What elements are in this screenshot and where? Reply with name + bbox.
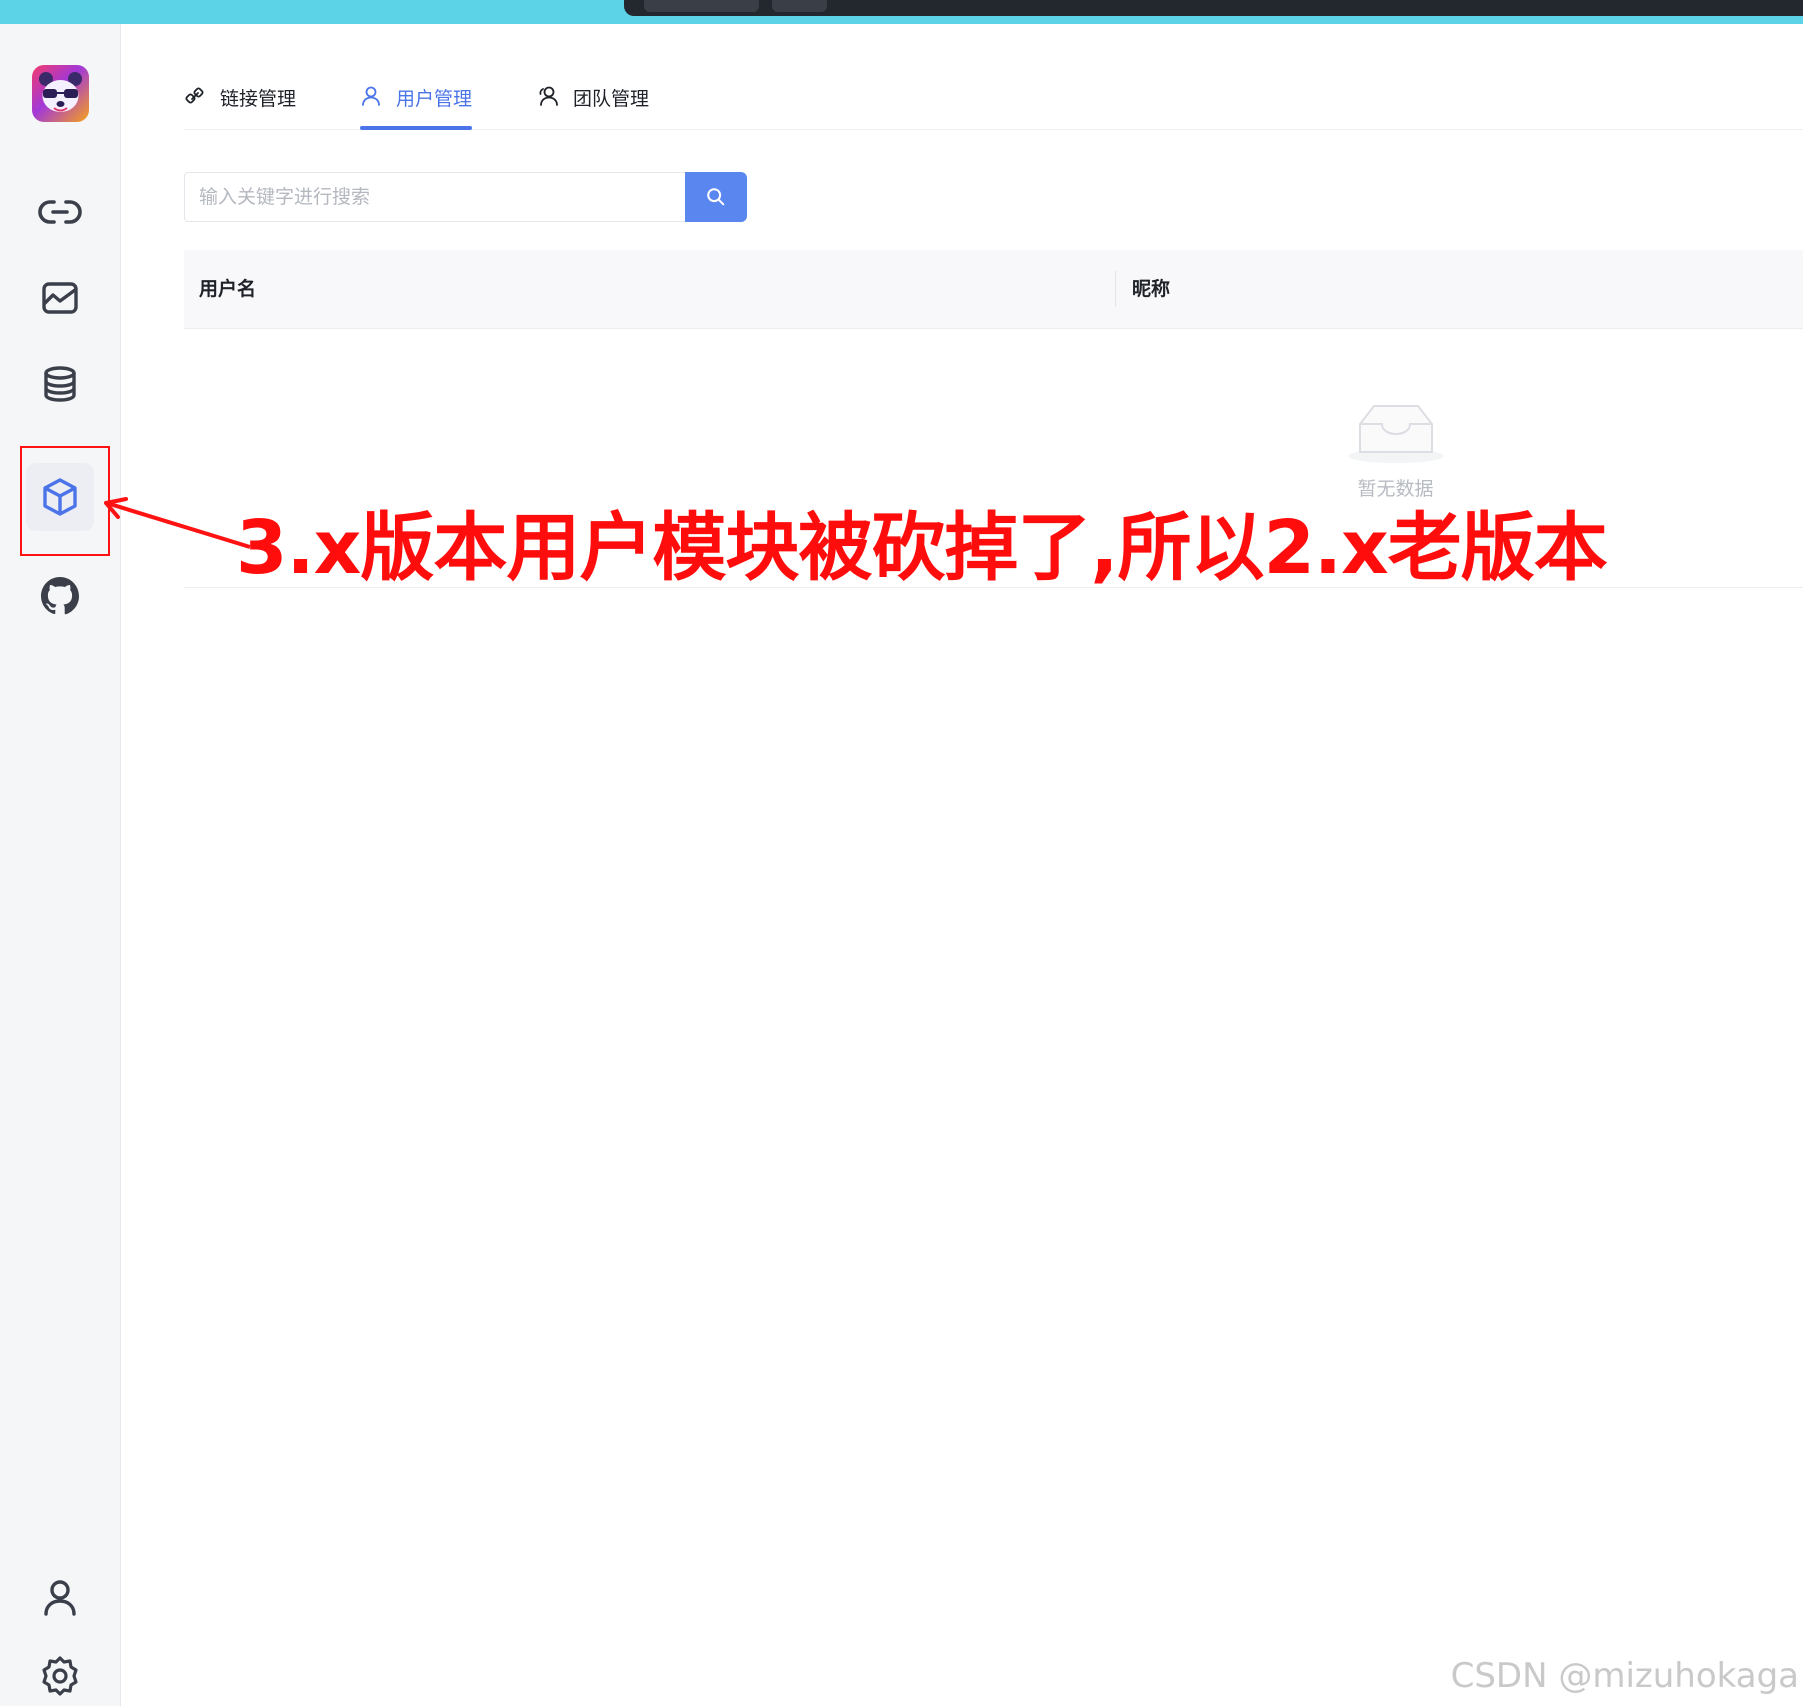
sidebar-item-profile[interactable] (26, 1564, 94, 1632)
column-header-username[interactable]: 用户名 (199, 250, 256, 329)
sidebar-item-database[interactable] (26, 350, 94, 418)
sidebar-item-settings[interactable] (26, 1642, 94, 1706)
sidebar-item-dashboard[interactable] (26, 264, 94, 332)
chart-icon (42, 282, 78, 314)
tab-link-management[interactable]: 链接管理 (184, 84, 296, 130)
link-icon (38, 200, 82, 224)
browser-tab[interactable] (772, 0, 827, 12)
github-icon (41, 577, 79, 615)
tab-label: 用户管理 (396, 88, 473, 110)
tab-user-management[interactable]: 用户管理 (360, 84, 473, 130)
app-logo[interactable] (32, 65, 89, 122)
user-icon (44, 1580, 76, 1616)
database-icon (44, 366, 76, 402)
sidebar-item-github[interactable] (26, 562, 94, 630)
panda-logo-icon (39, 72, 82, 112)
column-header-nickname[interactable]: 昵称 (1132, 250, 1170, 329)
team-icon (539, 86, 558, 106)
sidebar-item-links[interactable] (26, 178, 94, 246)
management-tabs: 链接管理 用户管理 团队管理 (184, 64, 1803, 130)
sidebar (0, 24, 121, 1706)
watermark: CSDN @mizuhokaga (1450, 1656, 1799, 1696)
user-icon (362, 86, 380, 106)
column-divider (1115, 271, 1116, 307)
settings-icon (42, 1656, 78, 1696)
user-table-header: 用户名 昵称 (184, 250, 1803, 329)
search-button[interactable] (685, 172, 747, 222)
tab-team-management[interactable]: 团队管理 (537, 84, 649, 130)
browser-tab-strip (624, 0, 1803, 16)
search-input[interactable] (184, 172, 686, 222)
annotation-text: 3.x版本用户模块被砍掉了,所以2.x老版本 (236, 505, 1608, 591)
empty-state: 暂无数据 (1338, 402, 1453, 501)
search-icon (707, 188, 725, 206)
annotation-highlight-box (20, 446, 110, 556)
link-chain-icon (185, 87, 204, 104)
browser-tab[interactable] (644, 0, 759, 12)
tab-label: 链接管理 (220, 88, 297, 110)
empty-inbox-icon (1347, 405, 1444, 463)
tab-label: 团队管理 (573, 88, 650, 110)
